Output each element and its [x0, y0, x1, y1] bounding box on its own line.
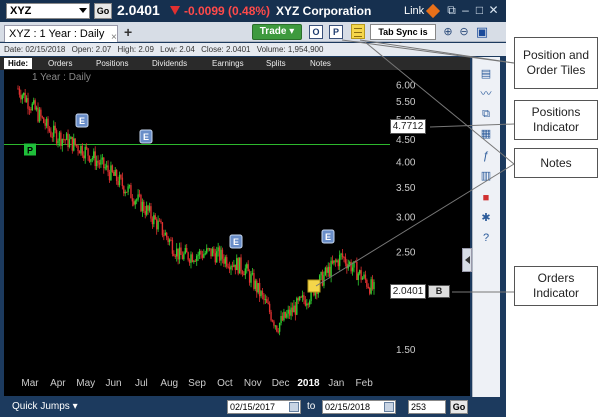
callout-notes: Notes	[514, 148, 598, 178]
callout-orders-indicator: Orders Indicator	[514, 266, 598, 306]
callout-position-order-tiles: Position and Order Tiles	[514, 37, 598, 89]
callout-lines	[315, 39, 515, 293]
callout-positions-indicator: Positions Indicator	[514, 100, 598, 140]
